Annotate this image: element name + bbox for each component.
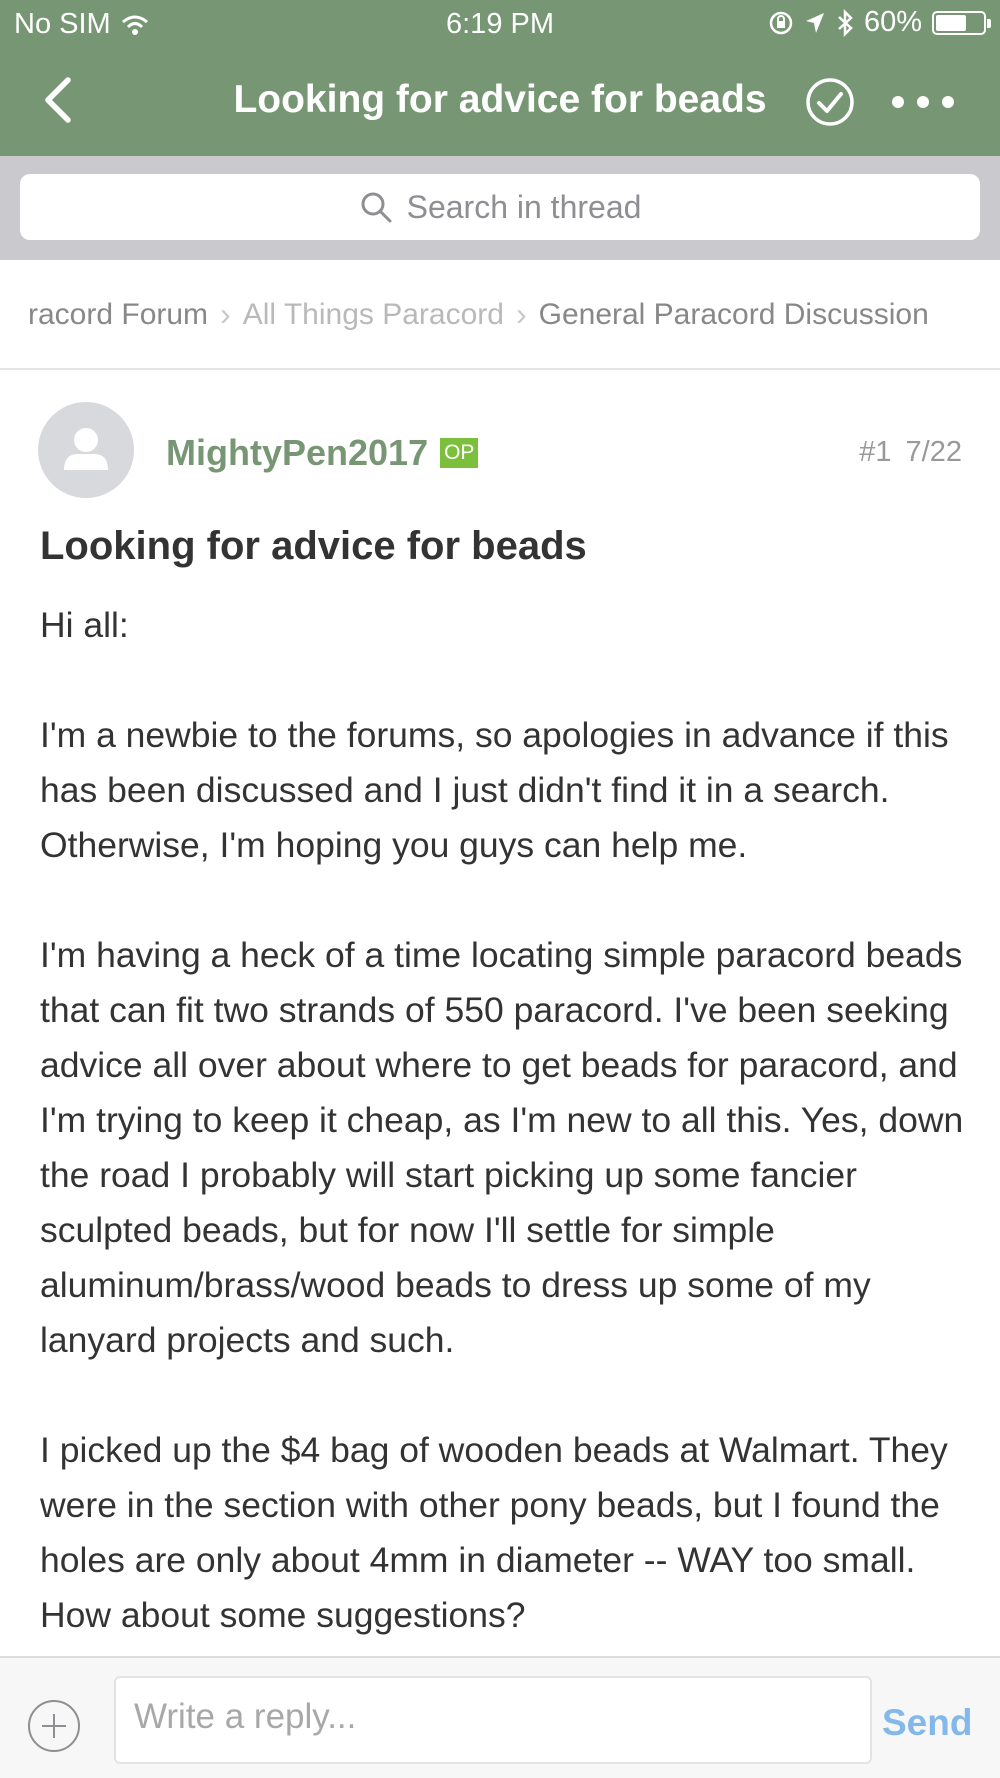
battery-percent: 60% [863, 6, 922, 38]
avatar[interactable] [38, 402, 134, 498]
author-row: MightyPen2017 OP [166, 432, 479, 474]
post-body: Hi all: I'm a newbie to the forums, so a… [40, 598, 970, 1656]
breadcrumb-item-subforum[interactable]: General Paracord Discussion [539, 298, 929, 332]
post-paragraph: I'm having a heck of a time locating sim… [40, 935, 964, 1360]
battery-icon [932, 10, 991, 35]
reply-input[interactable]: Write a reply... [114, 1676, 872, 1764]
add-attachment-icon[interactable] [26, 1698, 82, 1754]
search-placeholder: Search in thread [406, 188, 642, 225]
rotation-lock-icon [769, 11, 793, 34]
status-bar: No SIM 6:19 PM 60% [0, 0, 1000, 50]
post: MightyPen2017 OP #1 7/22 Looking for adv… [0, 372, 1000, 1656]
breadcrumb-item-category[interactable]: All Things Paracord [243, 298, 504, 332]
post-date: 7/22 [905, 436, 962, 468]
bluetooth-icon [838, 8, 853, 37]
post-paragraph: I'm a newbie to the forums, so apologies… [40, 715, 949, 865]
user-placeholder-icon [64, 428, 108, 470]
post-paragraph: Hi all: [40, 605, 129, 645]
location-arrow-icon [805, 12, 824, 33]
op-badge: OP [440, 438, 479, 468]
post-number: #1 [859, 436, 892, 468]
search-bar: Search in thread [0, 156, 1000, 260]
chevron-right-icon: › [220, 296, 231, 332]
search-icon [361, 192, 392, 223]
thread-title: Looking for advice for beads [233, 78, 767, 121]
breadcrumb-item-forum[interactable]: racord Forum [28, 298, 208, 332]
more-dots-icon[interactable] [888, 82, 958, 122]
post-title: Looking for advice for beads [40, 524, 587, 568]
back-chevron-icon[interactable] [36, 70, 86, 130]
chevron-right-icon: › [515, 296, 527, 332]
top-bar: No SIM 6:19 PM 60% Looking for advice fo… [0, 0, 1000, 156]
check-circle-icon[interactable] [804, 76, 856, 128]
post-paragraph: I picked up the $4 bag of wooden beads a… [40, 1430, 948, 1635]
post-meta: #1 7/22 [859, 436, 962, 469]
search-input[interactable]: Search in thread [20, 174, 980, 240]
author-name[interactable]: MightyPen2017 [166, 432, 428, 474]
send-button[interactable]: Send [882, 1702, 972, 1744]
nav-bar: Looking for advice for beads [0, 62, 1000, 142]
breadcrumb: racord Forum › All Things Paracord › Gen… [0, 260, 1000, 370]
reply-bar: Write a reply... Send [0, 1656, 1000, 1778]
